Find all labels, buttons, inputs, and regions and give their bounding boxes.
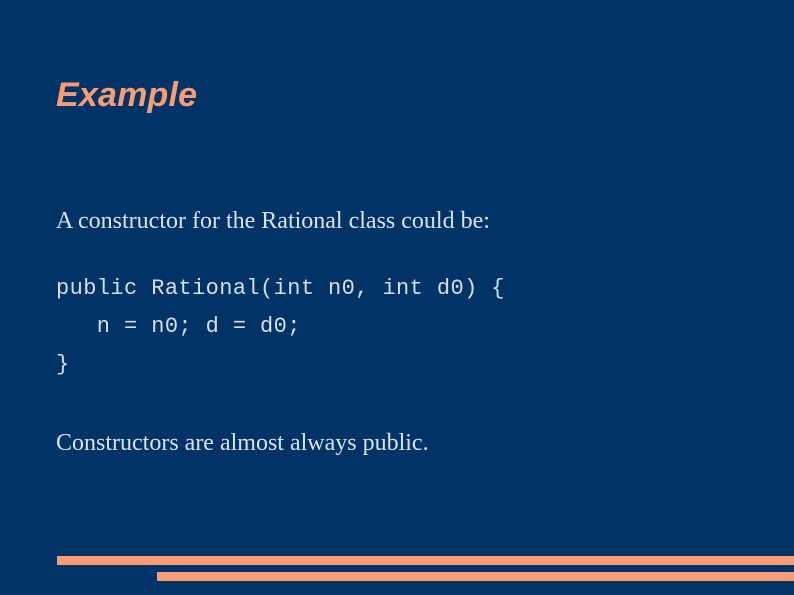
presentation-slide: Example A constructor for the Rational c… xyxy=(0,0,794,595)
accent-bar-top xyxy=(57,556,794,565)
code-block: public Rational(int n0, int d0) { n = n0… xyxy=(56,270,746,384)
code-line-3: } xyxy=(56,352,70,377)
code-line-2: n = n0; d = d0; xyxy=(56,314,301,339)
closing-paragraph: Constructors are almost always public. xyxy=(56,430,429,456)
slide-body: A constructor for the Rational class cou… xyxy=(56,206,746,458)
page-title: Example xyxy=(56,75,198,114)
lead-paragraph: A constructor for the Rational class cou… xyxy=(56,208,490,234)
accent-bar-bottom xyxy=(157,572,794,581)
code-line-1: public Rational(int n0, int d0) { xyxy=(56,276,505,301)
